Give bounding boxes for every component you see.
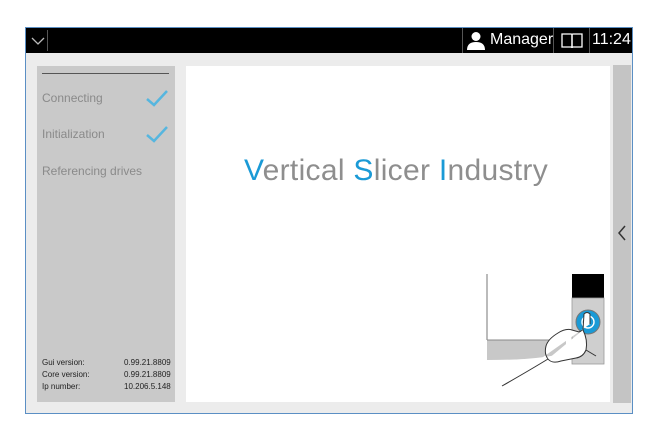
gui-version-row: Gui version: 0.99.21.8809 bbox=[42, 357, 172, 369]
product-title: Vertical Slicer Industry bbox=[244, 154, 548, 188]
user-icon bbox=[466, 31, 486, 55]
ip-number-row: Ip number: 10.206.5.148 bbox=[42, 381, 172, 393]
step-connecting: Connecting bbox=[42, 91, 103, 105]
title-part: ertical bbox=[262, 154, 354, 187]
step-referencing-drives: Referencing drives bbox=[42, 164, 142, 178]
version-label: Core version: bbox=[42, 370, 90, 379]
clock: 11:24 bbox=[592, 31, 631, 48]
side-panel-toggle[interactable] bbox=[613, 65, 631, 403]
app-window: Manager 11:24 Connecting Initialization … bbox=[25, 27, 633, 414]
main-panel: Vertical Slicer Industry bbox=[186, 66, 610, 402]
top-bar: Manager 11:24 bbox=[26, 28, 632, 53]
version-value: 10.206.5.148 bbox=[124, 382, 171, 391]
menu-toggle-button[interactable] bbox=[28, 30, 48, 51]
title-part: licer bbox=[373, 154, 439, 187]
manual-button[interactable] bbox=[555, 28, 590, 53]
version-label: Ip number: bbox=[42, 382, 81, 391]
user-name-label: Manager bbox=[490, 31, 554, 48]
core-version-row: Core version: 0.99.21.8809 bbox=[42, 369, 172, 381]
check-icon bbox=[146, 90, 168, 107]
chevron-left-icon bbox=[618, 225, 626, 241]
book-icon bbox=[561, 33, 583, 49]
version-info: Gui version: 0.99.21.8809 Core version: … bbox=[42, 357, 172, 393]
sidebar-divider bbox=[42, 73, 169, 74]
step-label: Connecting bbox=[42, 91, 103, 105]
version-value: 0.99.21.8809 bbox=[124, 370, 171, 379]
step-label: Initialization bbox=[42, 127, 105, 141]
user-button[interactable]: Manager bbox=[462, 28, 554, 53]
title-initial: S bbox=[353, 154, 374, 187]
version-label: Gui version: bbox=[42, 358, 85, 367]
step-label: Referencing drives bbox=[42, 164, 143, 178]
title-initial: I bbox=[438, 154, 448, 187]
title-initial: V bbox=[244, 154, 263, 187]
startup-sidebar: Connecting Initialization Referencing dr… bbox=[37, 66, 175, 402]
chevron-down-icon bbox=[31, 37, 45, 45]
press-button-illustration bbox=[486, 274, 605, 387]
step-initialization: Initialization bbox=[42, 127, 105, 141]
title-part: ndustry bbox=[447, 154, 548, 187]
check-icon bbox=[146, 126, 168, 143]
version-value: 0.99.21.8809 bbox=[124, 358, 171, 367]
